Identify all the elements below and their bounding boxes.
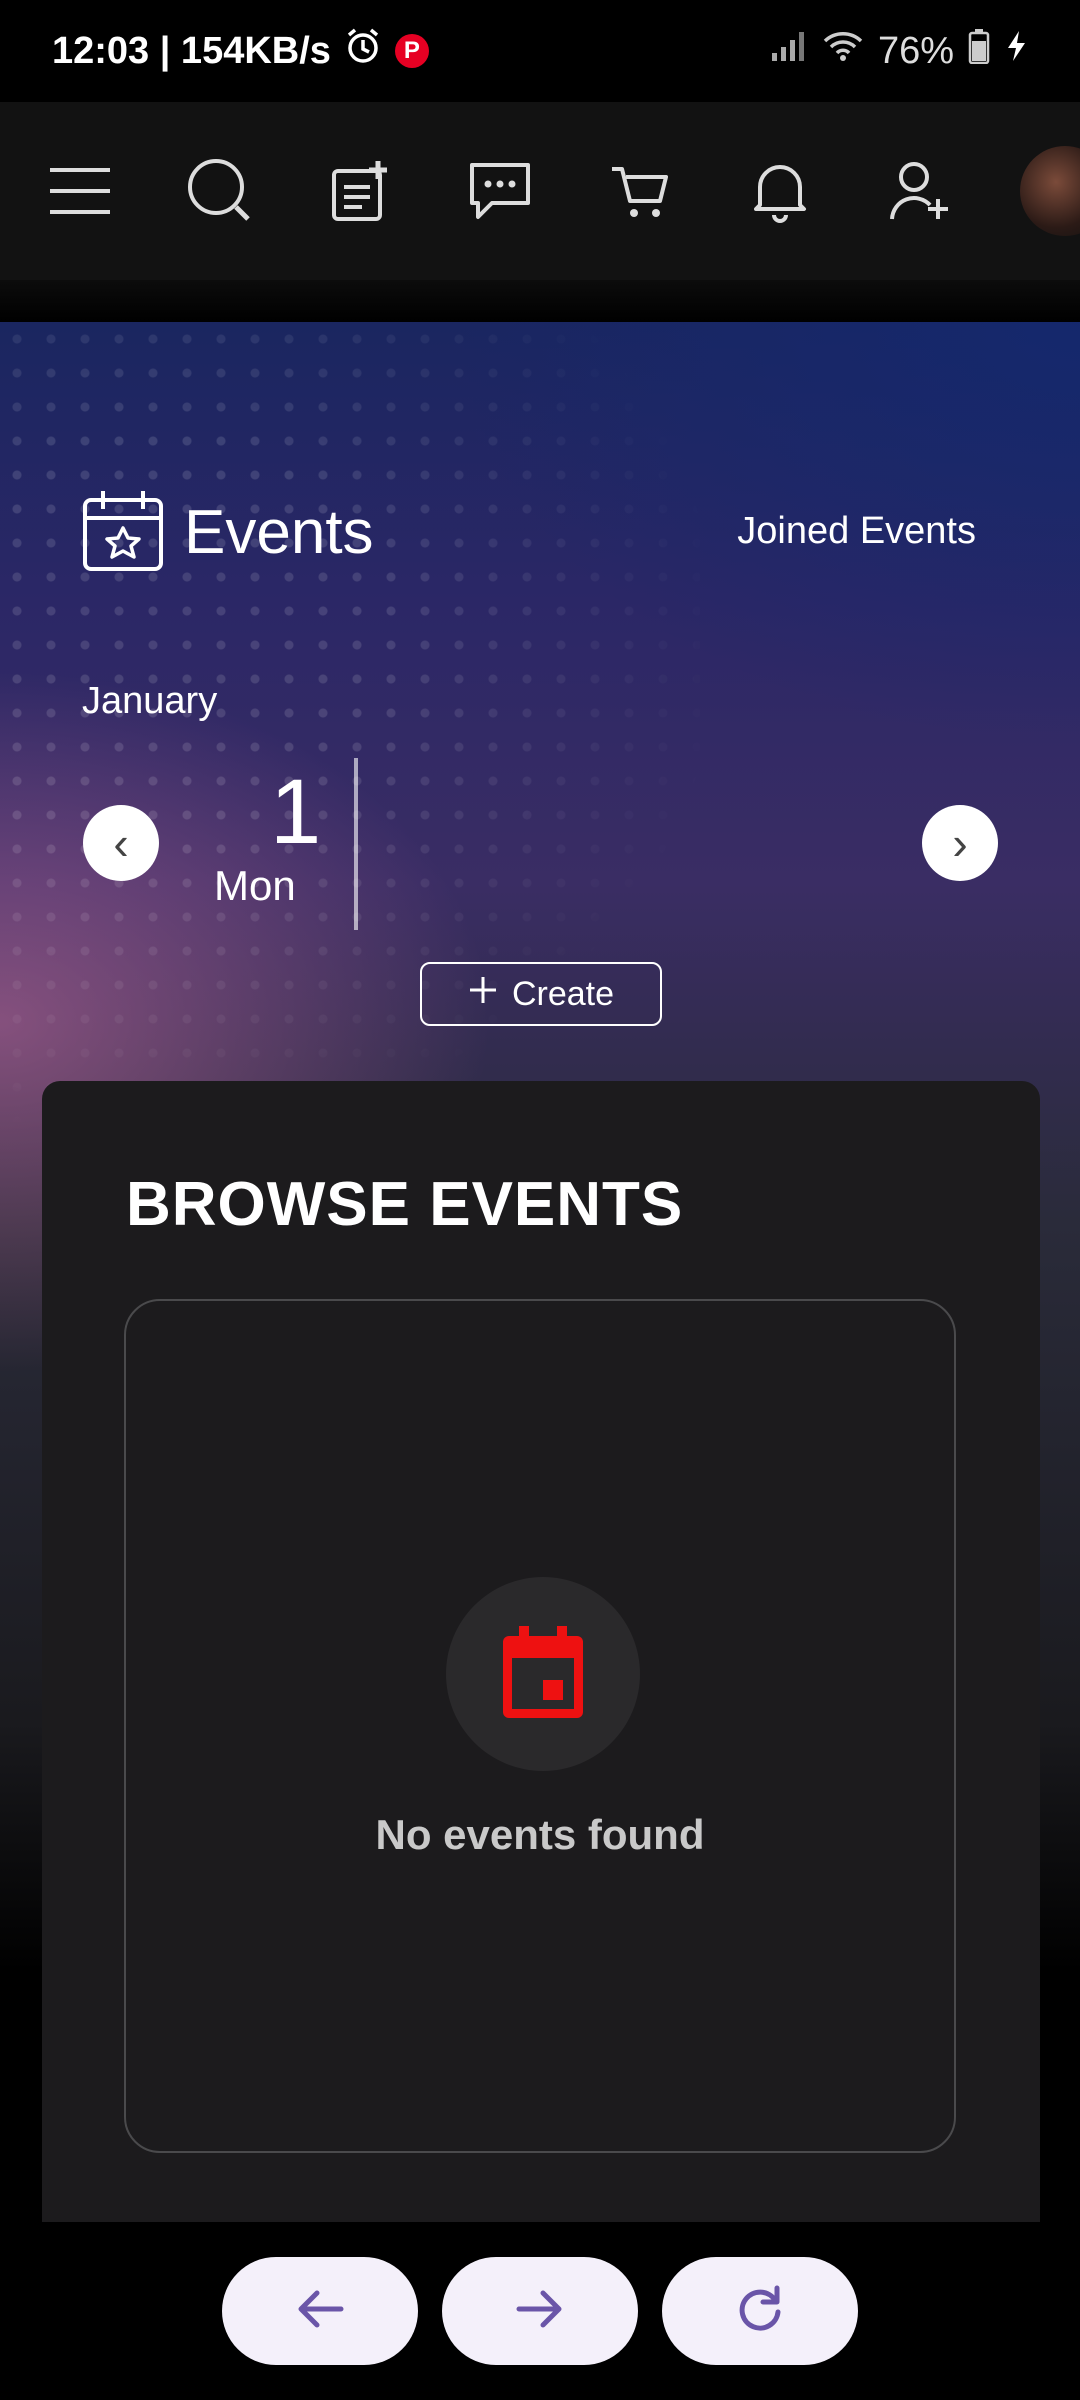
browse-events-title: BROWSE EVENTS [126, 1170, 684, 1239]
arrow-right-icon [515, 2289, 565, 2334]
next-day-button[interactable]: › [922, 805, 998, 881]
wifi-icon [822, 29, 864, 73]
create-button-label: Create [511, 974, 615, 1013]
day-name[interactable]: Mon [214, 862, 296, 910]
charging-icon [1004, 29, 1028, 73]
messages-icon[interactable] [460, 151, 540, 231]
create-event-button[interactable]: Create [420, 962, 662, 1026]
calendar-star-icon [82, 488, 164, 577]
reload-icon [735, 2284, 785, 2339]
alarm-icon [343, 26, 383, 76]
battery-icon [968, 28, 990, 74]
page-title: Events [184, 498, 374, 567]
back-button[interactable] [222, 2257, 418, 2365]
status-bar: 12:03 | 154KB/s P 76% [0, 0, 1080, 102]
joined-events-link[interactable]: Joined Events [737, 510, 976, 553]
add-friend-icon[interactable] [880, 151, 960, 231]
browse-events-card: BROWSE EVENTS No events found [42, 1081, 1040, 2222]
status-time-speed: 12:03 | 154KB/s [52, 29, 331, 72]
pinterest-icon: P [394, 34, 429, 68]
events-header: Events [82, 488, 374, 577]
status-left: 12:03 | 154KB/s P [52, 26, 429, 76]
status-right: 76% [770, 28, 1028, 74]
plus-icon [468, 975, 498, 1014]
no-events-message: No events found [375, 1811, 705, 1858]
search-icon[interactable] [180, 151, 260, 231]
empty-calendar-badge [446, 1577, 640, 1771]
top-nav [0, 102, 1080, 280]
month-label: January [82, 680, 218, 722]
reload-button[interactable] [662, 2257, 858, 2365]
events-empty-state: No events found [124, 1299, 956, 2153]
nav-shadow [0, 280, 1080, 322]
new-post-icon[interactable] [320, 151, 400, 231]
menu-icon[interactable] [40, 151, 120, 231]
notifications-icon[interactable] [740, 151, 820, 231]
chevron-left-icon: ‹ [113, 817, 129, 869]
signal-icon [770, 29, 808, 73]
calendar-icon [499, 1624, 587, 1725]
battery-percent: 76% [877, 29, 954, 72]
cart-icon[interactable] [600, 151, 680, 231]
bottom-nav-bar [0, 2222, 1080, 2400]
day-divider [354, 758, 358, 930]
chevron-right-icon: › [952, 817, 968, 869]
avatar[interactable] [1020, 146, 1080, 236]
forward-button[interactable] [442, 2257, 638, 2365]
prev-day-button[interactable]: ‹ [83, 805, 159, 881]
arrow-left-icon [295, 2289, 345, 2334]
day-number[interactable]: 1 [270, 760, 321, 865]
